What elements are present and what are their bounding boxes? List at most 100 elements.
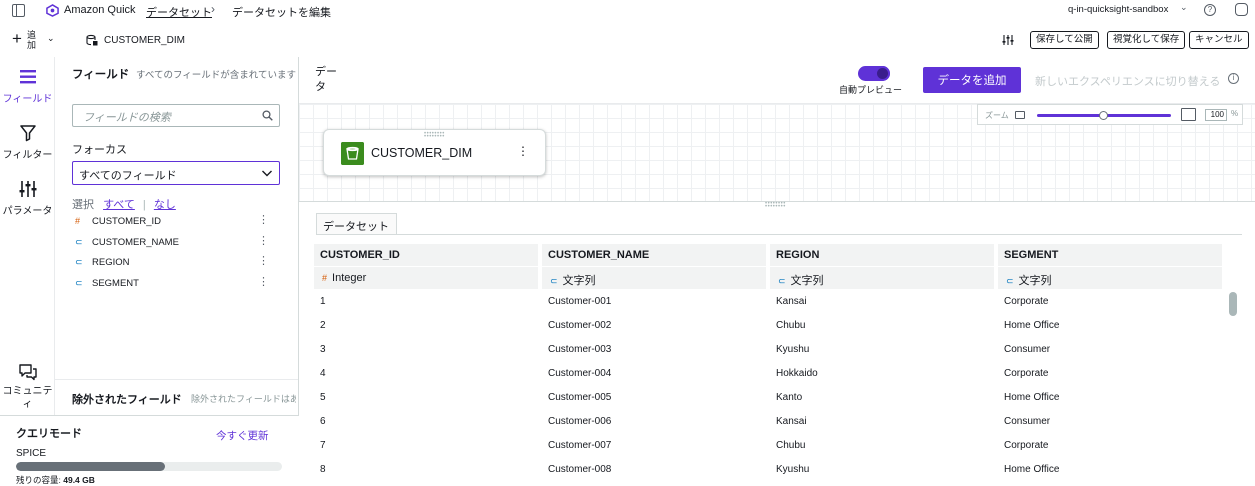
select-label: 選択 [72,199,94,211]
zoom-label: ズーム [985,111,1009,120]
community-icon [18,364,37,381]
field-item[interactable]: ⊂ CUSTOMER_NAME ⋮ [75,234,281,252]
info-icon[interactable]: i [1228,73,1239,84]
selection-row: 選択 すべて | なし [72,196,181,212]
table-row: 7 Customer-007 Chubu Corporate [314,434,1226,458]
field-item[interactable]: ⊂ REGION ⋮ [75,254,281,272]
zoom-control: ズーム 100 % [977,104,1243,125]
dataset-icon [86,34,98,46]
table-scrollbar[interactable] [1229,292,1237,316]
data-header: データ 自動プレビュー データを追加 新しいエクスペリエンスに切り替える i [299,57,1255,104]
account-menu[interactable]: q-in-quicksight-sandbox [1068,4,1168,15]
breadcrumb-datasets[interactable]: データセット [146,4,212,20]
refresh-now-link[interactable]: 今すぐ更新 [216,428,269,443]
table-type-row: # Integer ⊂ 文字列 ⊂ 文字列 ⊂ 文字列 [314,267,1226,289]
divider: | [142,199,146,211]
table-cell: 4 [320,368,326,379]
field-name: REGION [92,257,130,268]
drag-handle-icon[interactable]: •••••••• •••••••• [424,131,445,140]
sidebar-toggle-icon[interactable] [12,4,25,17]
more-options-icon[interactable]: ⋮ [258,213,269,226]
more-options-icon[interactable]: ⋮ [258,254,269,267]
zoom-out-icon[interactable] [1015,111,1025,119]
table-cell: 5 [320,392,326,403]
chevron-down-icon[interactable]: ⌄ [47,33,55,44]
add-button[interactable]: + 追加 [12,30,39,54]
rail-item-fields[interactable]: フィールド [0,67,55,105]
column-type[interactable]: ⊂ 文字列 [770,267,994,289]
chevron-down-icon[interactable]: ⌄ [1180,2,1188,13]
table-cell: Consumer [1004,344,1051,355]
table-cell: Customer-003 [548,344,612,355]
rail-item-community[interactable]: コミュニティ [0,362,55,411]
table-cell: Corporate [1004,368,1049,379]
more-options-icon[interactable]: ⋮ [517,144,529,158]
table-cell: Customer-002 [548,320,612,331]
filter-icon [19,125,36,142]
zoom-fit-icon[interactable] [1181,108,1196,121]
table-cell: Kyushu [776,344,810,355]
dataset-node[interactable]: •••••••• •••••••• CUSTOMER_DIM ⋮ [323,129,546,176]
add-label: 追加 [26,30,36,50]
field-name: SEGMENT [92,278,139,289]
resize-handle-icon[interactable]: •••••••• •••••••• [765,201,786,210]
table-row: 5 Customer-005 Kanto Home Office [314,386,1226,410]
table-row: 1 Customer-001 Kansai Corporate [314,290,1226,314]
preview-table: CUSTOMER_ID CUSTOMER_NAME REGION SEGMENT… [314,244,1242,486]
more-options-icon[interactable]: ⋮ [258,275,269,288]
column-header[interactable]: CUSTOMER_ID [314,244,538,266]
column-type[interactable]: ⊂ 文字列 [542,267,766,289]
table-cell: Corporate [1004,440,1049,451]
table-cell: Corporate [1004,296,1049,307]
new-experience-toggle[interactable]: 新しいエクスペリエンスに切り替える [1035,73,1220,89]
field-item[interactable]: ⊂ SEGMENT ⋮ [75,275,281,293]
rail-item-filters[interactable]: フィルター [0,123,55,161]
data-canvas[interactable]: ズーム 100 % •••••••• •••••••• CUSTOMER_DIM … [299,104,1255,202]
search-icon [262,110,273,121]
table-cell: Consumer [1004,416,1051,427]
table-cell: Kanto [776,392,803,403]
table-cell: Customer-006 [548,416,612,427]
field-search-input[interactable]: フィールドの検索 [72,104,280,127]
field-item[interactable]: # CUSTOMER_ID ⋮ [75,213,281,231]
refresh-icon[interactable] [1235,3,1248,16]
table-cell: 8 [320,464,326,475]
help-icon[interactable]: ? [1204,4,1216,16]
rail-item-parameters[interactable]: パラメータ [0,179,55,217]
column-type[interactable]: ⊂ 文字列 [998,267,1222,289]
column-header[interactable]: SEGMENT [998,244,1222,266]
table-cell: Customer-007 [548,440,612,451]
zoom-value-input[interactable]: 100 [1205,109,1227,121]
add-data-button[interactable]: データを追加 [923,67,1021,93]
select-none-link[interactable]: なし [154,199,176,211]
settings-sliders-icon[interactable] [1002,34,1014,46]
chevron-right-icon: › [211,2,215,16]
dataset-name[interactable]: CUSTOMER_DIM [104,35,185,46]
rail-label-parameters: パラメータ [2,206,53,217]
table-cell: Chubu [776,440,806,451]
save-visualize-button[interactable]: 視覚化して保存 [1107,31,1186,49]
save-publish-button[interactable]: 保存して公開 [1030,31,1099,49]
table-row: 8 Customer-008 Kyushu Home Office [314,458,1226,482]
column-header[interactable]: REGION [770,244,994,266]
zoom-slider-thumb[interactable] [1099,111,1108,120]
table-cell: 6 [320,416,326,427]
column-header[interactable]: CUSTOMER_NAME [542,244,766,266]
more-options-icon[interactable]: ⋮ [258,234,269,247]
focus-select[interactable]: すべてのフィールド [72,161,280,185]
cancel-button[interactable]: キャンセル [1189,31,1249,49]
table-row: 6 Customer-006 Kansai Consumer [314,410,1226,434]
tab-dataset[interactable]: データセット [316,213,397,235]
column-type[interactable]: # Integer [314,267,538,289]
table-cell: Customer-005 [548,392,612,403]
select-all-link[interactable]: すべて [103,199,135,211]
excluded-fields-section[interactable]: 除外されたフィールド 除外されたフィールドはありません [55,379,298,415]
table-cell: 1 [320,296,326,307]
field-panel-title: フィールド [72,69,130,81]
top-bar: Amazon Quick データセット › データセットを編集 q-in-qui… [0,0,1255,22]
table-cell: Kansai [776,296,807,307]
auto-preview-toggle[interactable] [858,66,890,81]
tab-divider [316,234,1242,235]
zoom-slider[interactable] [1037,111,1171,120]
table-header-row: CUSTOMER_ID CUSTOMER_NAME REGION SEGMENT [314,244,1226,266]
